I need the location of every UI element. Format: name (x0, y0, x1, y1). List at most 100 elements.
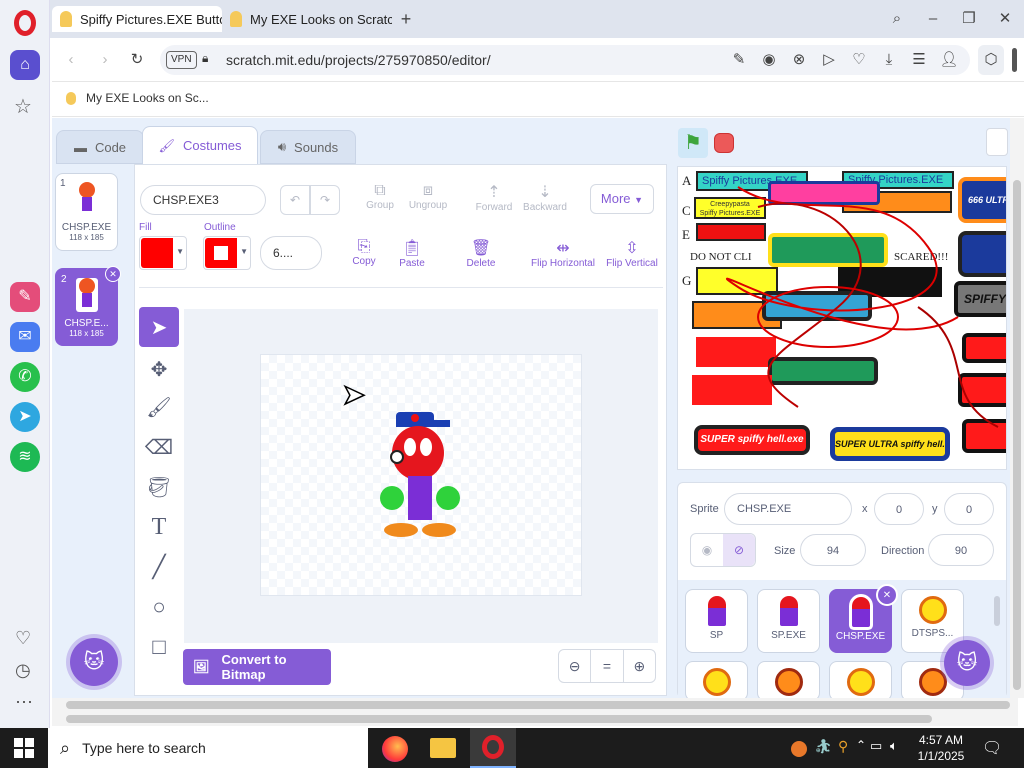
x-input[interactable]: 0 (874, 493, 924, 525)
outline-color-picker[interactable]: ▼ (203, 236, 251, 270)
edit-icon[interactable]: ✎ (728, 45, 750, 75)
clock-date[interactable]: 1/1/2025 (914, 749, 968, 763)
costume-item[interactable]: 1 CHSP.EXE 118 x 185 (55, 173, 118, 251)
messenger-icon[interactable]: ✉ (10, 322, 40, 352)
size-input[interactable]: 94 (800, 534, 866, 566)
network-icon[interactable]: ▭ (870, 738, 882, 754)
windows-start-icon[interactable] (14, 738, 34, 758)
bookmark-item[interactable]: My EXE Looks on Sc... (66, 91, 209, 105)
sprite-thumb[interactable]: SP (685, 589, 748, 653)
whatsapp-icon[interactable]: ✆ (10, 362, 40, 392)
close-window-icon[interactable]: ✕ (994, 4, 1016, 34)
reload-icon[interactable]: ↻ (126, 45, 148, 75)
direction-input[interactable]: 90 (928, 534, 994, 566)
file-explorer-icon[interactable] (430, 738, 456, 758)
fill-color-picker[interactable]: ▼ (139, 236, 187, 270)
taskbar-search[interactable]: ⌕ Type here to search (48, 728, 368, 768)
group-button[interactable]: ⧉ Group (360, 182, 400, 211)
copy-button[interactable]: ⎘ Copy (346, 238, 382, 267)
minimize-icon[interactable]: – (922, 4, 944, 34)
ungroup-button[interactable]: ⧈ Ungroup (406, 182, 450, 211)
horizontal-scrollbar-thumb[interactable] (66, 715, 932, 723)
adblock-icon[interactable]: ⊗ (788, 45, 810, 75)
clock-time[interactable]: 4:57 AM (916, 733, 966, 747)
vpn-badge[interactable]: VPN (166, 51, 197, 69)
volume-icon[interactable]: 🔈︎ (890, 738, 898, 754)
opera-taskbar-icon[interactable] (470, 728, 516, 768)
costume-item-selected[interactable]: 2 ✕ CHSP.E... 118 x 185 (55, 266, 121, 346)
tab-costumes[interactable]: 🖌︎ Costumes (142, 126, 258, 164)
tab-my-exe-looks[interactable]: My EXE Looks on Scratch (222, 6, 392, 32)
zoom-in-icon[interactable]: ⊕ (624, 650, 655, 682)
notifications-icon[interactable]: 🗨︎ (982, 738, 1002, 758)
rectangle-tool[interactable]: □ (139, 627, 179, 667)
play-icon[interactable]: ▷ (818, 45, 840, 75)
search-tabs-icon[interactable]: ⌕ (886, 4, 908, 34)
opera-logo-icon[interactable] (14, 10, 36, 36)
green-flag-button[interactable]: ⚑ (678, 128, 708, 158)
tab-code[interactable]: ▬ Code (56, 130, 144, 164)
history-icon[interactable]: ◷ (15, 660, 31, 681)
redo-icon[interactable]: ↷ (310, 185, 340, 215)
scrollbar-thumb[interactable] (1012, 48, 1017, 72)
profile-icon[interactable]: 👤︎ (938, 45, 960, 75)
url-box[interactable]: VPN 🔒︎ scratch.mit.edu/projects/27597085… (160, 45, 970, 75)
tab-spiffy-pictures[interactable]: Spiffy Pictures.EXE Button (52, 6, 222, 32)
fill-tool[interactable]: 🪣︎ (139, 467, 179, 507)
maximize-icon[interactable]: ❐ (958, 4, 980, 34)
tray-app-icon[interactable] (791, 741, 807, 757)
delete-button[interactable]: 🗑︎ Delete (462, 238, 500, 269)
camera-icon[interactable]: ◉ (758, 45, 780, 75)
heart-icon[interactable]: ♡ (848, 45, 870, 75)
y-input[interactable]: 0 (944, 493, 994, 525)
delete-sprite-icon[interactable]: ✕ (876, 584, 898, 606)
undo-icon[interactable]: ↶ (280, 185, 310, 215)
flip-horizontal-button[interactable]: ⇹ Flip Horizontal (528, 238, 598, 269)
delete-costume-icon[interactable]: ✕ (105, 266, 121, 282)
extension-icon[interactable]: ⬡ (978, 45, 1004, 75)
sprite-thumb[interactable] (757, 661, 820, 701)
tab-sounds[interactable]: 🔊︎ Sounds (260, 130, 356, 164)
tray-search-icon[interactable]: ⚲ (838, 738, 848, 755)
zoom-reset-icon[interactable]: = (590, 650, 624, 682)
download-icon[interactable]: ⤓ (878, 45, 900, 75)
stop-button[interactable] (714, 133, 734, 153)
horizontal-scrollbar-thumb[interactable] (66, 701, 1010, 709)
backward-button[interactable]: ⇣ Backward (520, 182, 570, 213)
select-tool[interactable]: ➤ (139, 307, 179, 347)
forward-icon[interactable]: › (94, 45, 116, 75)
costume-name-input[interactable] (140, 185, 266, 215)
more-button[interactable]: More ▼ (590, 184, 654, 214)
vertical-scrollbar-thumb[interactable] (1013, 180, 1021, 690)
brush-tool[interactable]: 🖌︎ (139, 387, 179, 427)
paste-button[interactable]: 📋︎ Paste (394, 238, 430, 269)
url-text[interactable]: scratch.mit.edu/projects/275970850/edito… (226, 52, 491, 68)
eraser-tool[interactable]: ⌫ (139, 427, 179, 467)
choose-costume-button[interactable]: 🐱︎ (70, 638, 118, 686)
sprite-list-scrollbar[interactable] (994, 596, 1000, 626)
circle-tool[interactable]: ○ (139, 587, 179, 627)
tray-people-icon[interactable]: ⛹︎ (814, 738, 832, 755)
star-icon[interactable]: ☆ (14, 94, 32, 119)
outline-width-input[interactable]: 6.... (260, 236, 322, 270)
character-drawing[interactable] (380, 410, 462, 540)
line-tool[interactable]: ╱ (139, 547, 179, 587)
zoom-out-icon[interactable]: ⊖ (559, 650, 590, 682)
home-icon[interactable]: ⌂ (10, 50, 40, 80)
reshape-tool[interactable]: ✥ (139, 349, 179, 389)
telegram-icon[interactable]: ➤ (10, 402, 40, 432)
show-eye-icon[interactable]: ◉ (691, 534, 723, 566)
hide-eye-icon[interactable]: ⊘ (723, 534, 755, 566)
convert-to-bitmap-button[interactable]: 🖼︎ Convert to Bitmap (183, 649, 331, 685)
stage[interactable]: A C E G Spiffy Pictures.EXE Spiffy Pictu… (677, 166, 1007, 470)
show-toggle[interactable]: ◉ ⊘ (690, 533, 756, 567)
text-tool[interactable]: T (139, 507, 179, 547)
aria-icon[interactable]: ✎ (10, 282, 40, 312)
sprite-name-input[interactable] (724, 493, 852, 525)
firefox-icon[interactable] (382, 736, 408, 762)
sprite-thumb[interactable] (685, 661, 748, 701)
heart-icon[interactable]: ♡ (15, 628, 31, 649)
sprite-thumb[interactable]: SP.EXE (757, 589, 820, 653)
menu-icon[interactable]: ☰ (908, 45, 930, 75)
choose-sprite-button[interactable]: 🐱︎ (944, 640, 990, 686)
